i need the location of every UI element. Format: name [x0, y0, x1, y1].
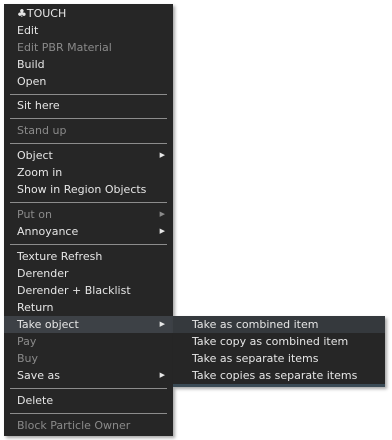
menu-item-zoom-in[interactable]: Zoom in — [4, 164, 173, 181]
menu-separator — [10, 413, 167, 414]
menu-item-buy: Buy — [4, 350, 173, 367]
menu-item-label: Derender — [17, 267, 69, 280]
menu-item-label: Open — [17, 75, 47, 88]
submenu-item-take-as-separate-items[interactable]: Take as separate items — [173, 350, 385, 367]
submenu-item-label: Take copy as combined item — [192, 335, 349, 348]
menu-item-label: Edit PBR Material — [17, 41, 112, 54]
context-menu: ♣TOUCH Edit Edit PBR Material Build Open… — [4, 4, 173, 436]
submenu-arrow-icon: ▶ — [159, 210, 165, 218]
menu-item-derender[interactable]: Derender — [4, 265, 173, 282]
menu-item-label: Return — [17, 301, 54, 314]
menu-item-pay: Pay — [4, 333, 173, 350]
menu-separator — [10, 388, 167, 389]
menu-item-label: Save as — [17, 369, 60, 382]
menu-item-label: Show in Region Objects — [17, 183, 147, 196]
menu-item-annoyance[interactable]: Annoyance ▶ — [4, 223, 173, 240]
menu-item-touch[interactable]: ♣TOUCH — [4, 5, 173, 22]
submenu-item-label: Take as separate items — [192, 352, 319, 365]
submenu-arrow-icon: ▶ — [159, 371, 165, 379]
menu-item-take-object[interactable]: Take object ▶ — [4, 316, 173, 333]
menu-item-label: Delete — [17, 394, 54, 407]
menu-item-label[interactable]: Build — [17, 56, 45, 73]
menu-item-label: Derender + Blacklist — [17, 284, 131, 297]
menu-separator — [10, 118, 167, 119]
menu-item-derender-blacklist[interactable]: Derender + Blacklist — [4, 282, 173, 299]
take-object-submenu: Take as combined item Take copy as combi… — [173, 316, 385, 387]
menu-item-label: ♣TOUCH — [17, 7, 67, 20]
menu-item-texture-refresh[interactable]: Texture Refresh — [4, 248, 173, 265]
menu-item-delete[interactable]: Delete — [4, 392, 173, 409]
menu-item-label: Stand up — [17, 124, 67, 137]
submenu-item-label: Take copies as separate items — [192, 369, 358, 382]
menu-item-block-particle-owner: Block Particle Owner — [4, 417, 173, 434]
menu-item-return[interactable]: Return — [4, 299, 173, 316]
menu-item-label: Annoyance — [17, 225, 79, 238]
menu-separator — [10, 143, 167, 144]
menu-item-label: Sit here — [17, 99, 60, 112]
menu-item-save-as[interactable]: Save as ▶ — [4, 367, 173, 384]
menu-separator — [10, 244, 167, 245]
menu-item-edit-pbr-material: Edit PBR Material — [4, 39, 173, 56]
submenu-item-take-as-combined-item[interactable]: Take as combined item — [173, 316, 385, 333]
menu-item-label: Take object — [17, 318, 79, 331]
menu-item-object[interactable]: Object ▶ — [4, 147, 173, 164]
submenu-arrow-icon: ▶ — [159, 151, 165, 159]
menu-item-sit-here[interactable]: Sit here — [4, 97, 173, 114]
submenu-arrow-icon: ▶ — [159, 227, 165, 235]
menu-item-edit[interactable]: Edit — [4, 22, 173, 39]
menu-item-label: Buy — [17, 352, 39, 365]
menu-item-label: Zoom in — [17, 166, 63, 179]
menu-item-stand-up: Stand up — [4, 122, 173, 139]
menu-item-label: Edit — [17, 24, 39, 37]
menu-item-open[interactable]: Open — [4, 73, 173, 90]
submenu-item-take-copies-as-separate-items[interactable]: Take copies as separate items — [173, 367, 385, 384]
submenu-bottom-edge — [173, 384, 385, 387]
menu-item-show-in-region-objects[interactable]: Show in Region Objects — [4, 181, 173, 198]
menu-item-label: Object — [17, 149, 53, 162]
submenu-item-label: Take as combined item — [192, 318, 319, 331]
menu-separator — [10, 94, 167, 95]
submenu-arrow-icon: ▶ — [159, 320, 165, 328]
menu-separator — [10, 202, 167, 203]
menu-item-label: Pay — [17, 335, 37, 348]
submenu-item-take-copy-as-combined-item[interactable]: Take copy as combined item — [173, 333, 385, 350]
menu-item-put-on: Put on ▶ — [4, 206, 173, 223]
menu-item-label: Put on — [17, 208, 52, 221]
menu-item-label: Block Particle Owner — [17, 419, 131, 432]
menu-item-build[interactable]: Build — [4, 56, 173, 73]
menu-item-label: Texture Refresh — [17, 250, 103, 263]
